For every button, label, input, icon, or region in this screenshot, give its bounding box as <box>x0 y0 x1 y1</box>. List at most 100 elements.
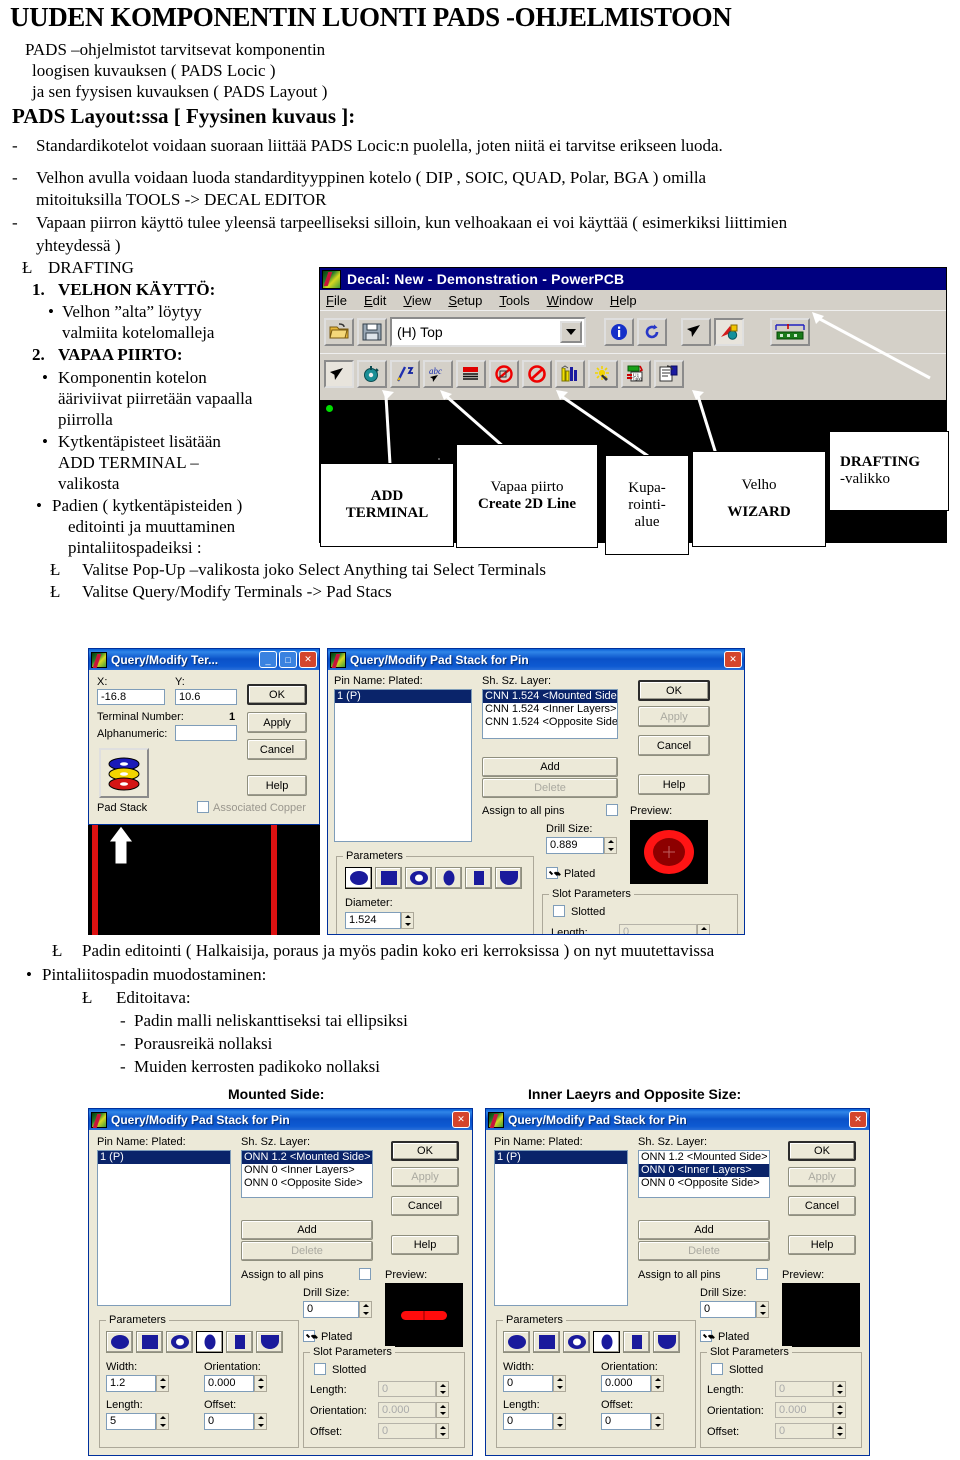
close-icon[interactable]: ✕ <box>452 1111 470 1128</box>
help-button[interactable]: Help <box>247 775 307 796</box>
help-button[interactable]: Help <box>788 1235 856 1255</box>
slot-length-spinner[interactable] <box>833 1381 846 1397</box>
pad-stack-preview-button[interactable] <box>99 748 149 798</box>
refresh-icon[interactable] <box>637 318 667 346</box>
report-icon[interactable] <box>654 360 684 388</box>
slot-length-spinner[interactable] <box>697 924 710 934</box>
close-icon[interactable]: ✕ <box>724 651 742 668</box>
menu-tools[interactable]: Tools <box>499 293 529 308</box>
menu-file[interactable]: File <box>326 293 347 308</box>
close-icon[interactable]: ✕ <box>299 651 317 668</box>
alphanumeric-field[interactable] <box>175 725 237 741</box>
orientation-spinner[interactable] <box>254 1375 267 1392</box>
shape-round-button[interactable] <box>106 1331 133 1353</box>
add-button[interactable]: Add <box>638 1220 770 1240</box>
list-item[interactable]: ONN 0 <Inner Layers> <box>639 1164 769 1177</box>
menu-window[interactable]: Window <box>547 293 593 308</box>
slotted-checkbox[interactable] <box>553 905 565 917</box>
slot-length-field[interactable]: 0 <box>619 924 697 934</box>
assign-all-pins-checkbox[interactable] <box>606 804 618 816</box>
delete-button[interactable]: Delete <box>241 1241 373 1261</box>
slot-offset-spinner[interactable] <box>833 1423 846 1439</box>
shape-square-button[interactable] <box>533 1331 560 1353</box>
shape-oval-button[interactable] <box>435 867 462 889</box>
slot-offset-field[interactable]: 0 <box>378 1423 436 1439</box>
delete-button[interactable]: Delete <box>638 1241 770 1261</box>
length-field[interactable]: 0 <box>503 1413 553 1430</box>
part-7400-icon[interactable]: U1 7400 <box>621 360 651 388</box>
shape-square-button[interactable] <box>375 867 402 889</box>
list-item[interactable]: 1 (P) <box>335 690 471 703</box>
length-spinner[interactable] <box>553 1413 566 1430</box>
layer-list[interactable]: CNN 1.524 <Mounted Side> CNN 1.524 <Inne… <box>482 689 618 739</box>
create-2d-line-icon[interactable] <box>390 360 420 388</box>
shape-round-button[interactable] <box>503 1331 530 1353</box>
drill-size-field[interactable]: 0 <box>303 1301 359 1318</box>
orientation-field[interactable]: 0.000 <box>204 1375 254 1392</box>
cancel-button[interactable]: Cancel <box>247 739 307 760</box>
shape-square-button[interactable] <box>136 1331 163 1353</box>
menu-edit[interactable]: Edit <box>364 293 386 308</box>
open-folder-icon[interactable] <box>324 318 354 346</box>
x-field[interactable]: -16.8 <box>97 689 165 705</box>
shape-finger-button[interactable] <box>256 1331 283 1353</box>
shape-rect-button[interactable] <box>465 867 492 889</box>
drill-size-field[interactable]: 0.889 <box>546 837 604 854</box>
shape-round-button[interactable] <box>345 867 372 889</box>
list-item[interactable]: ONN 0 <Opposite Side> <box>639 1177 769 1190</box>
shape-oval-button[interactable] <box>593 1331 620 1353</box>
shape-rect-button[interactable] <box>623 1331 650 1353</box>
slot-orientation-spinner[interactable] <box>833 1402 846 1418</box>
dimension-icon[interactable] <box>770 318 810 346</box>
pin-list[interactable]: 1 (P) <box>97 1150 231 1306</box>
drill-size-spinner[interactable] <box>756 1301 769 1318</box>
delete-button[interactable]: Delete <box>482 778 618 798</box>
menu-setup[interactable]: Setup <box>448 293 482 308</box>
plated-checkbox[interactable] <box>700 1330 712 1342</box>
add-terminal-icon[interactable] <box>357 360 387 388</box>
slotted-checkbox[interactable] <box>314 1363 326 1375</box>
layer-list[interactable]: ONN 1.2 <Mounted Side> ONN 0 <Inner Laye… <box>638 1150 770 1198</box>
drafting-icon[interactable] <box>714 318 744 346</box>
cancel-button[interactable]: Cancel <box>788 1196 856 1216</box>
cancel-button[interactable]: Cancel <box>391 1196 459 1216</box>
pin-list[interactable]: 1 (P) <box>494 1150 628 1306</box>
maximize-icon[interactable]: □ <box>279 651 297 668</box>
slot-length-field[interactable]: 0 <box>378 1381 436 1397</box>
minimize-icon[interactable]: _ <box>259 651 277 668</box>
save-disk-icon[interactable] <box>357 318 387 346</box>
slot-orientation-field[interactable]: 0.000 <box>378 1402 436 1418</box>
length-spinner[interactable] <box>156 1413 169 1430</box>
offset-spinner[interactable] <box>651 1413 664 1430</box>
plated-checkbox[interactable] <box>546 867 558 879</box>
select-arrow-icon[interactable] <box>324 360 354 388</box>
forbidden-icon[interactable] <box>522 360 552 388</box>
offset-spinner[interactable] <box>254 1413 267 1430</box>
list-item[interactable]: CNN 1.524 <Mounted Side> <box>483 690 617 703</box>
shape-oval-button[interactable] <box>196 1331 223 1353</box>
list-item[interactable]: ONN 0 <Opposite Side> <box>242 1177 372 1190</box>
list-item[interactable]: 1 (P) <box>495 1151 627 1164</box>
menu-help[interactable]: Help <box>610 293 637 308</box>
help-button[interactable]: Help <box>391 1235 459 1255</box>
pin-list[interactable]: 1 (P) <box>334 689 472 842</box>
wizard-icon[interactable] <box>588 360 618 388</box>
shape-rect-button[interactable] <box>226 1331 253 1353</box>
list-item[interactable]: 1 (P) <box>98 1151 230 1164</box>
shape-finger-button[interactable] <box>653 1331 680 1353</box>
shape-annular-button[interactable] <box>166 1331 193 1353</box>
help-button[interactable]: Help <box>638 774 710 795</box>
list-item[interactable]: ONN 0 <Inner Layers> <box>242 1164 372 1177</box>
slot-offset-field[interactable]: 0 <box>775 1423 833 1439</box>
shape-finger-button[interactable] <box>495 867 522 889</box>
ok-button[interactable]: OK <box>247 684 307 705</box>
list-item[interactable]: CNN 1.524 <Inner Layers> <box>483 703 617 716</box>
diameter-field[interactable]: 1.524 <box>345 912 401 929</box>
layers-icon[interactable] <box>555 360 585 388</box>
slot-orientation-field[interactable]: 0.000 <box>775 1402 833 1418</box>
layer-list[interactable]: ONN 1.2 <Mounted Side> ONN 0 <Inner Laye… <box>241 1150 373 1198</box>
add-text-icon[interactable]: abc <box>423 360 453 388</box>
chevron-down-icon[interactable] <box>560 321 582 343</box>
pointer-icon[interactable] <box>681 318 711 346</box>
drill-size-spinner[interactable] <box>604 837 617 854</box>
